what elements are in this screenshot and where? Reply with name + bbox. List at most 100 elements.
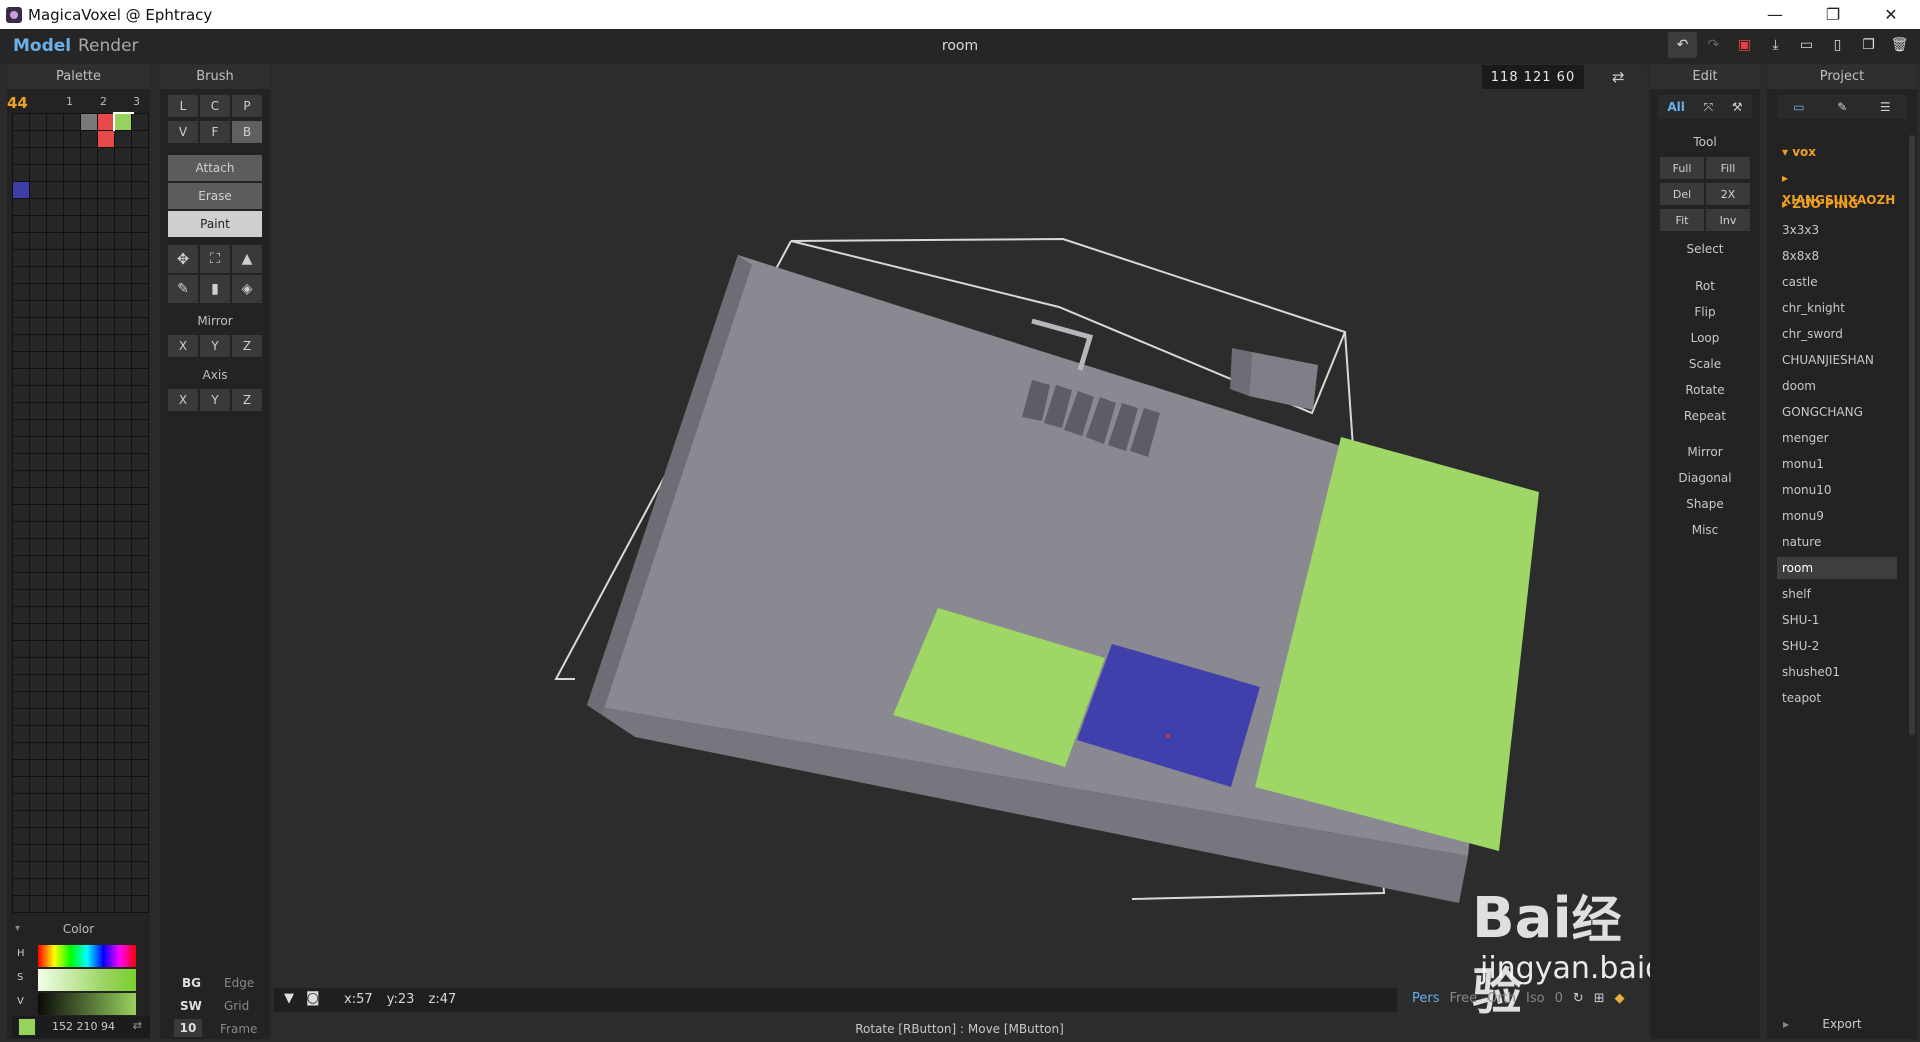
brush-b-button[interactable]: B [232, 121, 262, 143]
palette-cell[interactable] [132, 386, 149, 403]
palette-cell[interactable] [30, 199, 47, 216]
palette-cell[interactable] [30, 828, 47, 845]
palette-cell[interactable] [64, 845, 81, 862]
view-orth[interactable]: Orth [1487, 991, 1516, 1006]
palette-cell[interactable] [30, 607, 47, 624]
palette-cell[interactable] [30, 879, 47, 896]
palette-cell[interactable] [47, 777, 64, 794]
palette-cell[interactable] [30, 624, 47, 641]
redo-icon[interactable]: ↷ [1699, 32, 1728, 58]
new-icon[interactable]: ▯ [1823, 32, 1852, 58]
project-file-item[interactable]: SHU-2 [1777, 635, 1897, 657]
palette-cell[interactable] [13, 607, 30, 624]
palette-cell[interactable] [115, 862, 132, 879]
palette-cell[interactable] [132, 760, 149, 777]
palette-cell[interactable] [98, 879, 115, 896]
palette-tab-1[interactable]: 1 [66, 95, 73, 108]
edge-toggle[interactable]: Edge [224, 976, 254, 990]
palette-cell[interactable] [81, 590, 98, 607]
palette-cell[interactable] [98, 709, 115, 726]
project-file-item[interactable]: 3x3x3 [1777, 219, 1897, 241]
palette-cell[interactable] [115, 828, 132, 845]
palette-cell[interactable] [30, 250, 47, 267]
palette-cell[interactable] [81, 726, 98, 743]
op-shape[interactable]: Shape [1650, 497, 1760, 511]
palette-cell[interactable] [64, 709, 81, 726]
delete-icon[interactable]: 🗑 [1885, 32, 1914, 58]
palette-cell[interactable] [81, 233, 98, 250]
palette-cell[interactable] [81, 862, 98, 879]
palette-cell[interactable] [47, 709, 64, 726]
palette-cell[interactable] [64, 250, 81, 267]
sw-toggle[interactable]: SW [180, 999, 202, 1013]
tool-del-button[interactable]: Del [1660, 183, 1704, 205]
palette-cell[interactable] [115, 233, 132, 250]
mirror-x-button[interactable]: X [168, 335, 198, 357]
palette-cell[interactable] [64, 811, 81, 828]
project-file-item[interactable]: 8x8x8 [1777, 245, 1897, 267]
brush-c-button[interactable]: C [200, 95, 230, 117]
palette-cell[interactable] [98, 454, 115, 471]
palette-tab-3[interactable]: 3 [133, 95, 140, 108]
palette-cell[interactable] [13, 845, 30, 862]
palette-cell[interactable] [13, 760, 30, 777]
palette-cell[interactable] [30, 845, 47, 862]
palette-cell[interactable] [132, 471, 149, 488]
palette-cell[interactable] [13, 454, 30, 471]
palette-cell[interactable] [81, 845, 98, 862]
palette-cell[interactable] [115, 165, 132, 182]
palette-cell[interactable] [132, 607, 149, 624]
palette-cell[interactable] [64, 148, 81, 165]
palette-cell[interactable] [81, 539, 98, 556]
palette-cell[interactable] [64, 352, 81, 369]
palette-cell[interactable] [47, 284, 64, 301]
palette-cell[interactable] [47, 879, 64, 896]
palette-cell[interactable] [132, 352, 149, 369]
palette-cell[interactable] [30, 403, 47, 420]
palette-cell[interactable] [115, 675, 132, 692]
palette-cell[interactable] [115, 148, 132, 165]
palette-cell[interactable] [81, 335, 98, 352]
project-file-item[interactable]: GONGCHANG [1777, 401, 1897, 423]
palette-cell[interactable] [47, 760, 64, 777]
palette-cell[interactable] [81, 301, 98, 318]
axis-y-button[interactable]: Y [200, 389, 230, 411]
value-slider[interactable]: V [12, 992, 150, 1016]
pointer-icon[interactable]: ▲ [232, 245, 262, 273]
palette-cell[interactable] [30, 641, 47, 658]
palette-cell[interactable] [13, 131, 30, 148]
palette-cell[interactable] [13, 301, 30, 318]
undo-icon[interactable]: ↶ [1668, 32, 1697, 58]
grid-toggle[interactable]: Grid [224, 999, 249, 1013]
select-box-icon[interactable]: ⛶ [200, 245, 230, 273]
palette-cell[interactable] [98, 165, 115, 182]
palette-cell[interactable] [47, 624, 64, 641]
palette-cell[interactable] [81, 607, 98, 624]
palette-cell[interactable] [132, 641, 149, 658]
palette-cell[interactable] [47, 199, 64, 216]
palette-cell[interactable] [13, 590, 30, 607]
op-repeat[interactable]: Repeat [1650, 409, 1760, 423]
palette-cell[interactable] [98, 182, 115, 199]
palette-cell[interactable] [115, 420, 132, 437]
project-scrollbar[interactable] [1909, 135, 1915, 735]
palette-cell[interactable] [81, 624, 98, 641]
axis-z-button[interactable]: Z [232, 389, 262, 411]
palette-cell[interactable] [98, 114, 115, 131]
palette-cell[interactable] [47, 607, 64, 624]
palette-cell[interactable] [64, 199, 81, 216]
palette-cell[interactable] [81, 488, 98, 505]
palette-cell[interactable] [47, 165, 64, 182]
palette-cell[interactable] [30, 114, 47, 131]
palette-cell[interactable] [13, 216, 30, 233]
palette-cell[interactable] [64, 556, 81, 573]
palette-cell[interactable] [115, 335, 132, 352]
palette-cell[interactable] [13, 675, 30, 692]
palette-cell[interactable] [98, 335, 115, 352]
palette-cell[interactable] [30, 692, 47, 709]
palette-cell[interactable] [132, 811, 149, 828]
bucket-icon[interactable]: ◈ [232, 275, 262, 303]
palette-cell[interactable] [98, 811, 115, 828]
project-file-item[interactable]: chr_sword [1777, 323, 1897, 345]
palette-cell[interactable] [81, 165, 98, 182]
